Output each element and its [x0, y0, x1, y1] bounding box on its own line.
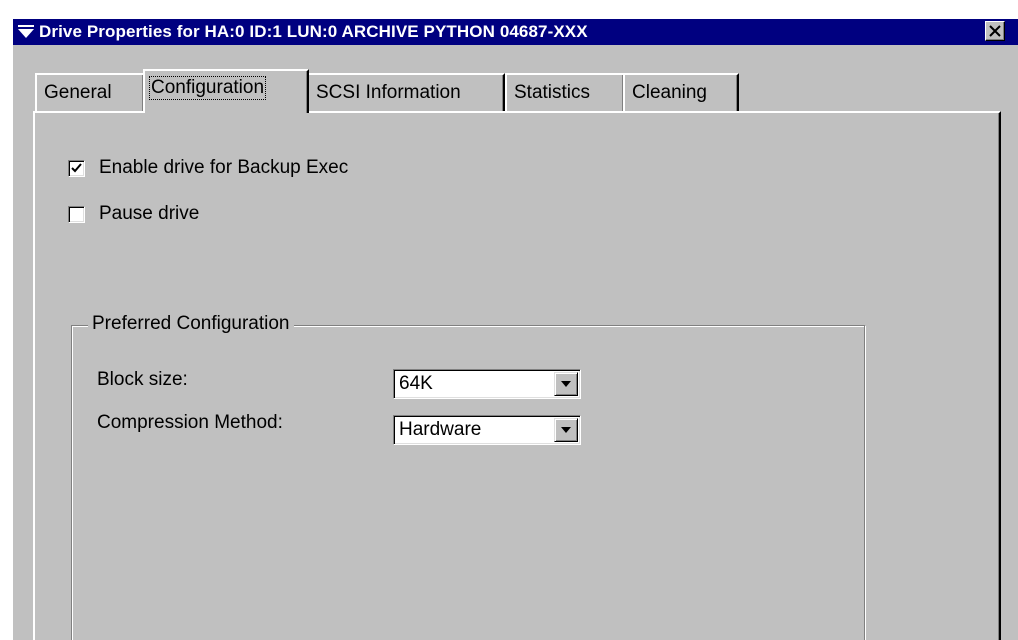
compression-method-select[interactable]: Hardware	[393, 415, 581, 445]
tab-cleaning[interactable]: Cleaning	[623, 73, 739, 111]
preferred-configuration-title: Preferred Configuration	[88, 313, 294, 335]
tab-general[interactable]: General	[35, 73, 145, 111]
block-size-label: Block size:	[97, 369, 188, 390]
checkmark-icon	[71, 163, 82, 173]
title-bar[interactable]: Drive Properties for HA:0 ID:1 LUN:0 ARC…	[13, 19, 1018, 45]
compression-method-value: Hardware	[399, 419, 482, 440]
enable-drive-checkbox[interactable]	[68, 160, 85, 177]
tab-statistics-label: Statistics	[514, 82, 591, 103]
drive-properties-dialog: Drive Properties for HA:0 ID:1 LUN:0 ARC…	[12, 18, 1018, 640]
tab-general-label: General	[44, 82, 112, 103]
block-size-select[interactable]: 64K	[393, 369, 581, 399]
pause-drive-checkbox[interactable]	[68, 206, 85, 223]
compression-method-label: Compression Method:	[97, 412, 283, 433]
enable-drive-label: Enable drive for Backup Exec	[99, 157, 349, 178]
tab-scsi-information-label: SCSI Information	[316, 82, 461, 103]
preferred-configuration-group: Preferred Configuration Block size: 64K …	[71, 313, 865, 640]
tab-scsi-information[interactable]: SCSI Information	[307, 73, 505, 111]
tab-statistics[interactable]: Statistics	[505, 73, 625, 111]
compression-method-dropdown-button[interactable]	[554, 418, 578, 442]
tab-configuration[interactable]: Configuration	[143, 69, 309, 113]
block-size-value: 64K	[399, 373, 433, 394]
tab-configuration-label: Configuration	[148, 76, 267, 100]
tab-cleaning-label: Cleaning	[632, 82, 707, 103]
pause-drive-label: Pause drive	[99, 203, 200, 224]
window-title: Drive Properties for HA:0 ID:1 LUN:0 ARC…	[39, 22, 588, 41]
close-button[interactable]	[985, 21, 1005, 41]
block-size-dropdown-button[interactable]	[554, 372, 578, 396]
chevron-down-icon	[561, 427, 571, 433]
dropdown-arrow-icon[interactable]	[18, 25, 34, 39]
chevron-down-icon	[561, 381, 571, 387]
close-icon	[989, 25, 1001, 37]
